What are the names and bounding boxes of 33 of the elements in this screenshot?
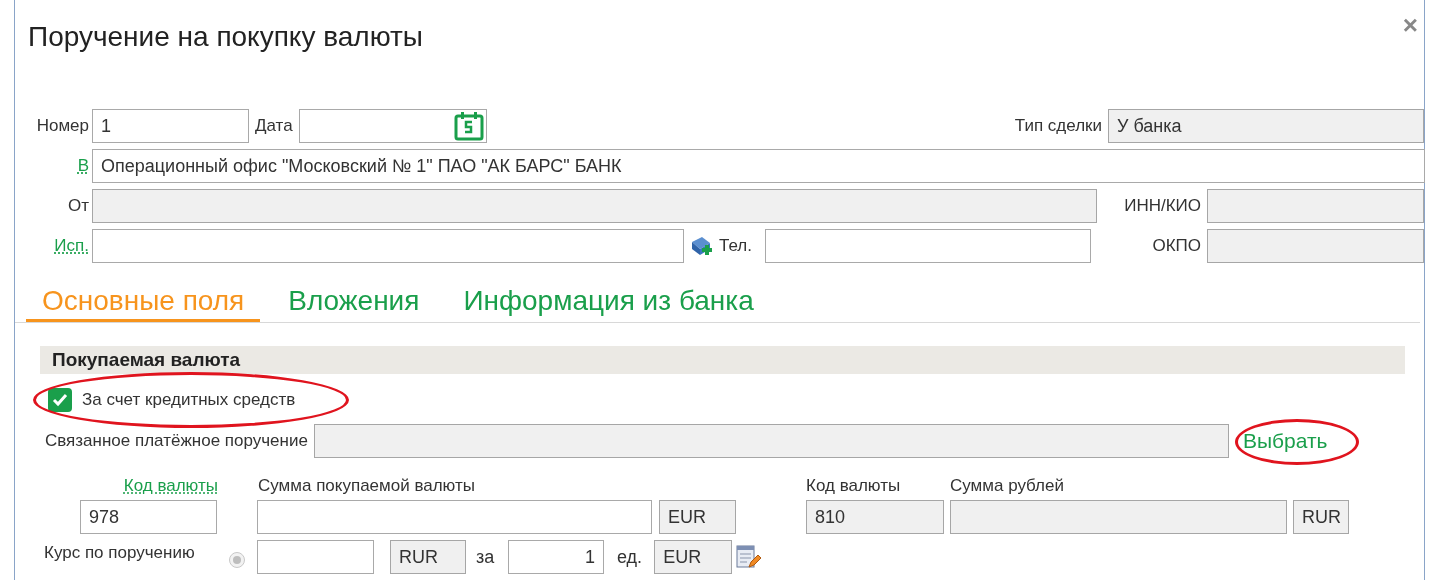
field-label: Тип сделки <box>1014 115 1102 138</box>
field-label: Тел. <box>719 235 753 258</box>
field-label: ОКПО <box>1152 235 1201 258</box>
input-field[interactable] <box>765 229 1091 263</box>
input-field[interactable]: 978 <box>80 500 217 534</box>
field-label: ИНН/КИО <box>1124 195 1201 218</box>
calendar-icon[interactable] <box>454 111 484 141</box>
input-field[interactable] <box>299 109 487 143</box>
field-label: Код валюты <box>806 475 902 498</box>
field-label: Сумма рублей <box>950 475 1064 498</box>
field-label: Номер <box>35 115 89 138</box>
field-label: ед. <box>617 545 643 569</box>
input-field[interactable] <box>257 500 652 534</box>
field-label: Сумма покупаемой валюты <box>258 475 476 498</box>
section-title: Покупаемая валюта <box>52 347 241 372</box>
field-label: за <box>476 545 496 569</box>
field-label: Связанное платёжное поручение <box>45 430 308 453</box>
input-field[interactable]: Операционный офис "Московский № 1" ПАО "АК БАРС" БАНК <box>92 149 1425 183</box>
input-field[interactable] <box>92 229 684 263</box>
window-title: Поручение на покупку валюты <box>28 20 423 54</box>
field-label: Дата <box>255 115 294 138</box>
input-field[interactable]: 1 <box>508 540 604 574</box>
document-edit-icon[interactable] <box>735 544 762 570</box>
field-label: От <box>67 195 89 218</box>
field-label: За счет кредитных средств <box>82 389 296 412</box>
check-mark-icon <box>51 391 69 409</box>
input-field[interactable] <box>257 540 374 574</box>
close-button[interactable]: × <box>1402 12 1418 38</box>
checkbox[interactable] <box>48 388 72 412</box>
field-label: Курс по поручению <box>44 542 196 564</box>
link[interactable]: В <box>77 153 89 179</box>
input-field[interactable]: 1 <box>92 109 249 143</box>
address-book-add-icon[interactable] <box>689 234 713 258</box>
